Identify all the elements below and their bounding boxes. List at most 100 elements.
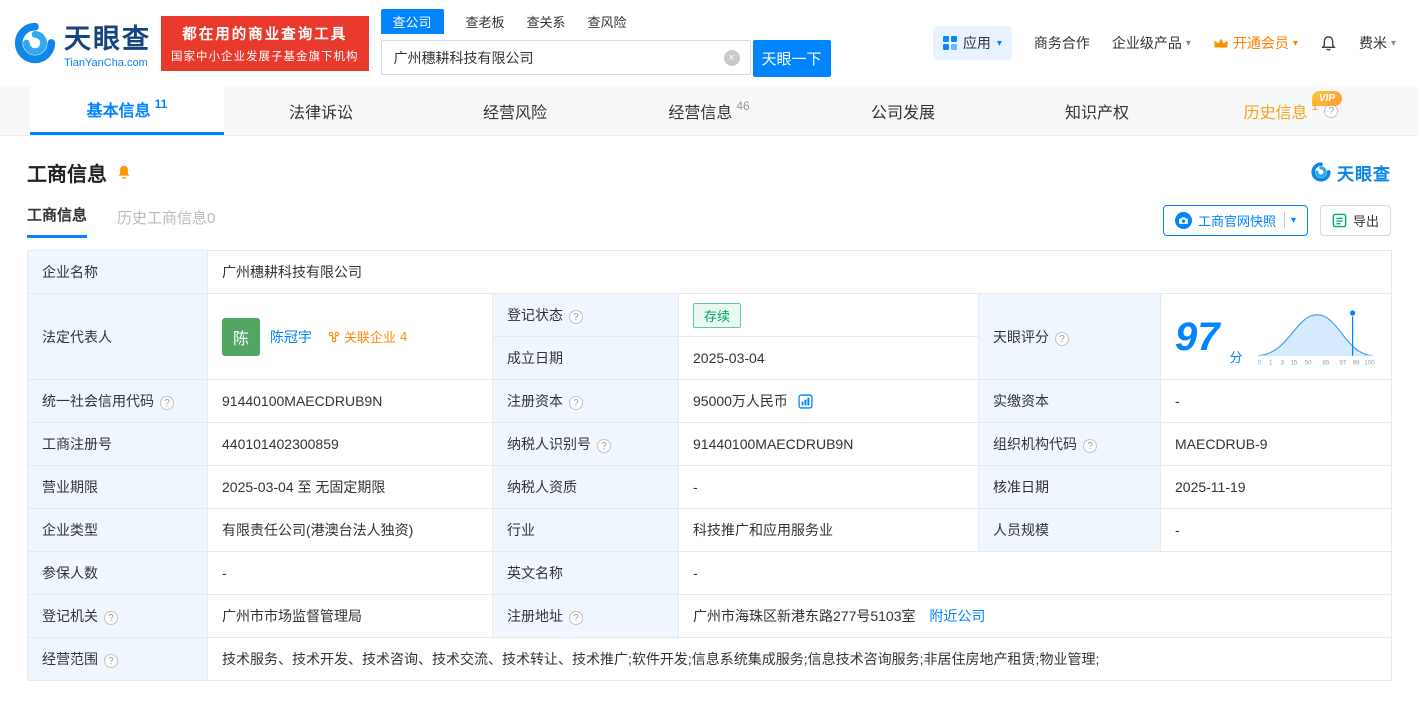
field-value-establish-date: 2025-03-04	[678, 336, 979, 380]
field-label-reg-address: 注册地址	[492, 594, 679, 638]
field-label-company-name: 企业名称	[27, 250, 208, 294]
field-value-english-name: -	[677, 551, 1393, 595]
button-divider	[1283, 212, 1285, 228]
score-axis-tick: 100	[1364, 359, 1375, 366]
tianyancha-logo[interactable]: 天眼查 TianYanCha.com	[12, 17, 151, 69]
apps-grid-icon	[942, 36, 957, 50]
field-value-taxpayer-id: 91440100MAECDRUB9N	[678, 422, 979, 466]
tab-history-info[interactable]: VIP 历史信息 1	[1194, 86, 1388, 135]
notification-bell-icon[interactable]	[1320, 35, 1337, 52]
help-icon[interactable]	[104, 611, 118, 625]
tab-company-development[interactable]: 公司发展	[806, 86, 1000, 135]
status-badge: 存续	[693, 302, 742, 328]
enterprise-product-label: 企业级产品	[1111, 35, 1182, 51]
field-label-reg-number: 工商注册号	[27, 422, 208, 466]
enterprise-product-menu[interactable]: 企业级产品	[1112, 33, 1191, 53]
subtab-history-business-info[interactable]: 历史工商信息0	[117, 207, 215, 238]
field-label-text: 统一社会信用代码	[42, 393, 154, 409]
tab-legal-litigation[interactable]: 法律诉讼	[224, 86, 418, 135]
field-label-industry: 行业	[492, 508, 679, 552]
main-content: 工商信息 天眼查 工商信息 历史工商信息0 工商官网快照 ▾ 导出 企业名称 广…	[0, 158, 1418, 681]
section-title: 工商信息	[27, 163, 107, 186]
tab-label: 知识产权	[1064, 104, 1129, 122]
camera-icon	[1174, 211, 1192, 229]
tab-count: 11	[154, 97, 168, 111]
field-value-approval-date: 2025-11-19	[1159, 465, 1393, 509]
subtab-business-info[interactable]: 工商信息	[27, 204, 88, 238]
field-label-text: 纳税人识别号	[507, 436, 591, 452]
apps-menu[interactable]: 应用	[932, 26, 1012, 60]
page: 天眼查 TianYanCha.com 都在用的商业查询工具 国家中小企业发展子基…	[0, 0, 1418, 712]
field-value-paid-capital: -	[1159, 379, 1393, 423]
field-label-staff-size: 人员规模	[978, 508, 1161, 552]
related-companies-link[interactable]: 关联企业 4	[328, 327, 407, 346]
legal-rep-link[interactable]: 陈冠宇	[270, 327, 312, 347]
user-menu[interactable]: 费米	[1359, 33, 1396, 53]
field-label-establish-date: 成立日期	[492, 336, 679, 380]
tianyancha-logo-icon	[12, 20, 58, 66]
field-value-org-code: MAECDRUB-9	[1159, 422, 1393, 466]
tab-label: 法律诉讼	[288, 104, 353, 122]
subscribe-bell-icon[interactable]	[116, 164, 132, 180]
capital-trend-icon[interactable]	[798, 394, 813, 409]
tab-count: 46	[736, 98, 750, 113]
field-label-reg-authority: 登记机关	[27, 594, 208, 638]
field-label-legal-rep: 法定代表人	[27, 293, 208, 380]
search-input[interactable]	[381, 41, 750, 74]
field-value-tyc-score[interactable]: 97 分 0 1 3 15 50 85 97 99 100	[1159, 293, 1393, 380]
business-coop-link[interactable]: 商务合作	[1034, 33, 1090, 53]
field-label-business-scope: 经营范围	[27, 637, 208, 681]
help-icon[interactable]	[160, 396, 174, 410]
clear-icon[interactable]	[723, 49, 740, 66]
field-label-text: 登记状态	[507, 307, 563, 323]
chevron-down-icon	[1293, 38, 1298, 49]
tab-basic-info[interactable]: 基本信息 11	[30, 86, 224, 135]
table-row: 营业期限 2025-03-04 至 无固定期限 纳税人资质 - 核准日期 202…	[27, 465, 1393, 509]
tab-operation-info[interactable]: 经营信息 46	[612, 86, 806, 135]
table-row: 登记机关 广州市市场监督管理局 注册地址 广州市海珠区新港东路277号5103室…	[27, 594, 1393, 638]
reg-address-text: 广州市海珠区新港东路277号5103室	[693, 608, 916, 624]
help-icon[interactable]	[569, 611, 583, 625]
help-icon[interactable]	[597, 439, 611, 453]
field-label-text: 注册资本	[507, 393, 563, 409]
table-row: 企业名称 广州穗耕科技有限公司	[27, 250, 1393, 294]
table-row: 法定代表人 陈 陈冠宇 关联企业 4 登记状态? 存续 天眼评分? 97 分 0…	[27, 293, 1393, 380]
help-icon[interactable]	[569, 396, 583, 410]
search-tab-boss[interactable]: 查老板	[466, 10, 505, 33]
table-row: 工商注册号 440101402300859 纳税人识别号 91440100MAE…	[27, 422, 1393, 466]
logo-domain: TianYanCha.com	[64, 57, 148, 69]
score-value: 97	[1175, 314, 1220, 359]
field-value-industry: 科技推广和应用服务业	[678, 508, 979, 552]
company-nav-tabs: 基本信息 11 法律诉讼 经营风险 经营信息 46 公司发展 知识产权 VIP …	[0, 86, 1418, 136]
help-icon[interactable]	[569, 310, 583, 324]
slogan-line2: 国家中小企业发展子基金旗下机构	[171, 50, 359, 63]
section-header: 工商信息 天眼查	[27, 158, 1391, 186]
score-axis-tick: 99	[1352, 359, 1359, 366]
nearby-companies-link[interactable]: 附近公司	[929, 608, 985, 624]
crown-icon	[1214, 38, 1228, 48]
search-tab-risk[interactable]: 查风险	[588, 10, 627, 33]
export-button[interactable]: 导出	[1319, 204, 1391, 236]
search-input-wrap	[380, 40, 751, 75]
export-label: 导出	[1352, 213, 1379, 229]
snapshot-label: 工商官网快照	[1197, 213, 1276, 229]
help-icon[interactable]	[1055, 331, 1069, 346]
slogan-banner: 都在用的商业查询工具 国家中小企业发展子基金旗下机构	[161, 15, 369, 71]
field-value-business-term: 2025-03-04 至 无固定期限	[207, 465, 493, 509]
table-row: 经营范围 技术服务、技术开发、技术咨询、技术交流、技术转让、技术推广;软件开发;…	[27, 637, 1393, 681]
search-tab-relation[interactable]: 查关系	[527, 10, 566, 33]
field-value-taxpayer-quality: -	[678, 465, 979, 509]
help-icon[interactable]	[1083, 439, 1097, 453]
official-snapshot-button[interactable]: 工商官网快照	[1162, 204, 1308, 236]
field-label-english-name: 英文名称	[492, 551, 679, 595]
vip-upgrade-menu[interactable]: 开通会员	[1213, 33, 1298, 53]
field-label-credit-code: 统一社会信用代码	[27, 379, 208, 423]
help-icon[interactable]	[104, 654, 118, 668]
legal-rep-avatar: 陈	[222, 317, 260, 356]
search-button[interactable]: 天眼一下	[752, 40, 831, 77]
tab-intellectual-property[interactable]: 知识产权	[1000, 86, 1194, 135]
search-tab-company[interactable]: 查公司	[380, 9, 444, 34]
tab-operation-risk[interactable]: 经营风险	[418, 86, 612, 135]
related-companies-count: 4	[400, 329, 408, 344]
field-label-approval-date: 核准日期	[978, 465, 1161, 509]
